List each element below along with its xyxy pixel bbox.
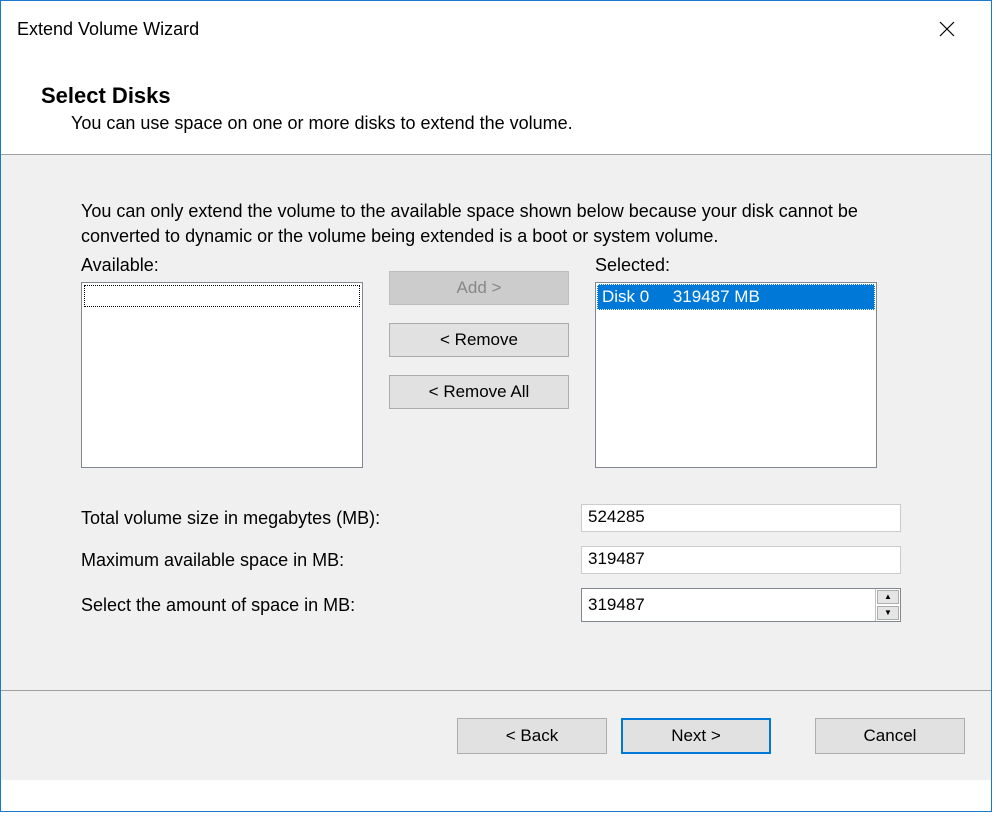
wizard-window: Extend Volume Wizard Select Disks You ca…	[0, 0, 992, 812]
spinner-buttons: ▲ ▼	[875, 589, 900, 621]
wizard-header: Select Disks You can use space on one or…	[1, 57, 991, 154]
wizard-content: You can only extend the volume to the av…	[1, 155, 991, 690]
info-text: You can only extend the volume to the av…	[81, 199, 911, 249]
select-space-row: Select the amount of space in MB: ▲ ▼	[81, 588, 911, 622]
available-column: Available:	[81, 255, 363, 468]
selected-label: Selected:	[595, 255, 877, 276]
selected-listbox[interactable]: Disk 0 319487 MB	[595, 282, 877, 468]
remove-button[interactable]: < Remove	[389, 323, 569, 357]
total-size-value: 524285	[581, 504, 901, 532]
back-button[interactable]: < Back	[457, 718, 607, 754]
cancel-button[interactable]: Cancel	[815, 718, 965, 754]
total-size-row: Total volume size in megabytes (MB): 524…	[81, 504, 911, 532]
spinner-down-button[interactable]: ▼	[877, 606, 899, 620]
wizard-footer: < Back Next > Cancel	[1, 690, 991, 780]
selected-column: Selected: Disk 0 319487 MB	[595, 255, 877, 468]
available-listbox[interactable]	[81, 282, 363, 468]
max-space-value: 319487	[581, 546, 901, 574]
close-icon	[939, 21, 955, 37]
disk-columns: Available: Add > < Remove < Remove All S…	[81, 255, 911, 468]
add-button[interactable]: Add >	[389, 271, 569, 305]
max-space-row: Maximum available space in MB: 319487	[81, 546, 911, 574]
chevron-up-icon: ▲	[884, 593, 892, 601]
total-size-label: Total volume size in megabytes (MB):	[81, 508, 581, 529]
size-stats: Total volume size in megabytes (MB): 524…	[81, 504, 911, 622]
next-button[interactable]: Next >	[621, 718, 771, 754]
window-title: Extend Volume Wizard	[17, 19, 199, 40]
page-subtitle: You can use space on one or more disks t…	[41, 113, 951, 134]
chevron-down-icon: ▼	[884, 609, 892, 617]
select-space-label: Select the amount of space in MB:	[81, 595, 581, 616]
remove-all-button[interactable]: < Remove All	[389, 375, 569, 409]
max-space-label: Maximum available space in MB:	[81, 550, 581, 571]
spinner-up-button[interactable]: ▲	[877, 590, 899, 604]
page-heading: Select Disks	[41, 83, 951, 109]
available-label: Available:	[81, 255, 363, 276]
select-space-spinner: ▲ ▼	[581, 588, 901, 622]
titlebar: Extend Volume Wizard	[1, 1, 991, 57]
selected-disk-row[interactable]: Disk 0 319487 MB	[597, 284, 875, 310]
available-empty-row	[84, 285, 360, 307]
select-space-input[interactable]	[582, 589, 875, 621]
transfer-buttons: Add > < Remove < Remove All	[389, 255, 569, 409]
close-button[interactable]	[919, 9, 975, 49]
